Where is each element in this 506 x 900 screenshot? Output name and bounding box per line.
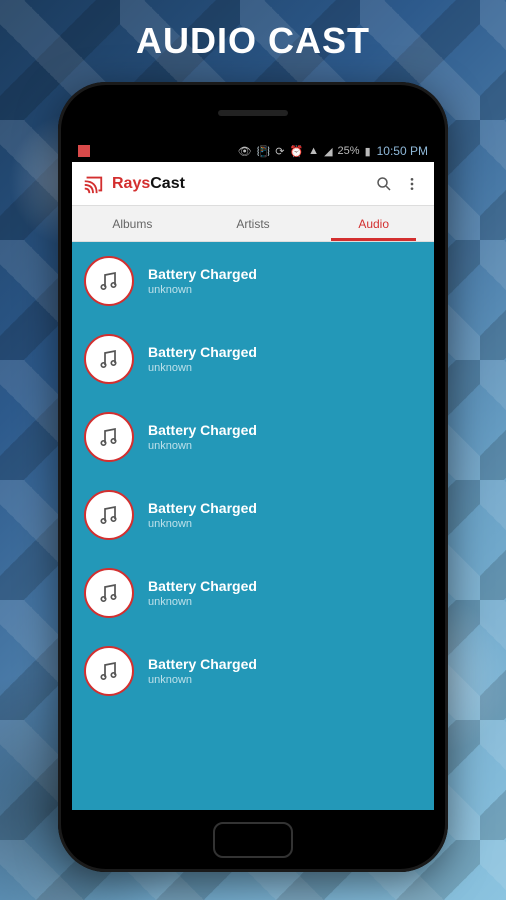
status-bar: 👁 📳 ⟳ ⏰ ▲ ◢ 25% ▮ 10:50 PM — [72, 140, 434, 162]
music-icon — [84, 490, 134, 540]
tab-label: Albums — [112, 217, 152, 231]
item-subtitle: unknown — [148, 596, 257, 608]
battery-icon: ▮ — [365, 145, 371, 158]
sync-icon: ⟳ — [275, 145, 284, 158]
item-title: Battery Charged — [148, 422, 257, 438]
list-item[interactable]: Battery Charged unknown — [72, 632, 434, 710]
overflow-menu-icon — [404, 176, 420, 192]
music-icon — [84, 256, 134, 306]
tab-albums[interactable]: Albums — [72, 206, 193, 241]
tab-label: Audio — [358, 217, 389, 231]
item-subtitle: unknown — [148, 362, 257, 374]
page-title: AUDIO CAST — [0, 0, 506, 72]
phone-home-button[interactable] — [213, 822, 293, 858]
item-subtitle: unknown — [148, 674, 257, 686]
item-title: Battery Charged — [148, 578, 257, 594]
app-name-black: Cast — [150, 175, 185, 192]
list-item[interactable]: Battery Charged unknown — [72, 554, 434, 632]
music-icon — [84, 334, 134, 384]
list-item[interactable]: Battery Charged unknown — [72, 320, 434, 398]
item-title: Battery Charged — [148, 344, 257, 360]
status-time: 10:50 PM — [377, 144, 428, 158]
tab-audio[interactable]: Audio — [313, 206, 434, 241]
list-item[interactable]: Battery Charged unknown — [72, 476, 434, 554]
audio-list[interactable]: Battery Charged unknown Battery Charged un… — [72, 242, 434, 810]
wifi-icon: ▲ — [308, 145, 319, 157]
phone-frame: 👁 📳 ⟳ ⏰ ▲ ◢ 25% ▮ 10:50 PM RaysCast — [58, 82, 448, 872]
phone-screen: 👁 📳 ⟳ ⏰ ▲ ◢ 25% ▮ 10:50 PM RaysCast — [72, 140, 434, 810]
item-title: Battery Charged — [148, 656, 257, 672]
item-subtitle: unknown — [148, 284, 257, 296]
list-item[interactable]: Battery Charged unknown — [72, 398, 434, 476]
tab-artists[interactable]: Artists — [193, 206, 314, 241]
tab-label: Artists — [236, 217, 269, 231]
cast-icon — [80, 173, 106, 195]
app-name: RaysCast — [112, 175, 185, 193]
eye-icon: 👁 — [238, 145, 252, 158]
item-subtitle: unknown — [148, 440, 257, 452]
item-subtitle: unknown — [148, 518, 257, 530]
vibrate-icon: 📳 — [257, 145, 271, 158]
battery-text: 25% — [338, 145, 360, 157]
music-icon — [84, 646, 134, 696]
search-icon — [375, 175, 393, 193]
phone-speaker — [218, 110, 288, 116]
search-button[interactable] — [370, 175, 398, 193]
music-icon — [84, 412, 134, 462]
item-title: Battery Charged — [148, 266, 257, 282]
status-icons: 👁 📳 ⟳ ⏰ ▲ ◢ 25% ▮ — [238, 145, 371, 158]
tab-bar: Albums Artists Audio — [72, 206, 434, 242]
list-item[interactable]: Battery Charged unknown — [72, 242, 434, 320]
app-bar: RaysCast — [72, 162, 434, 206]
music-icon — [84, 568, 134, 618]
item-title: Battery Charged — [148, 500, 257, 516]
overflow-menu-button[interactable] — [398, 176, 426, 192]
alarm-icon: ⏰ — [289, 145, 303, 158]
app-name-red: Rays — [112, 175, 150, 192]
notification-icon — [78, 145, 90, 157]
signal-icon: ◢ — [324, 145, 332, 158]
